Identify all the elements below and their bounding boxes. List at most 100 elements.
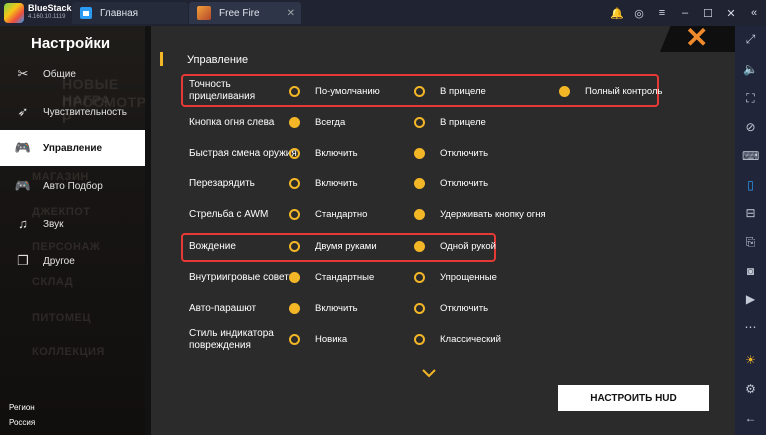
sidebar-item-label: Управление [43,142,103,154]
sidebar-item-label: Звук [43,218,64,230]
screenshot-icon[interactable]: ◙ [742,263,759,280]
option-aim-scope[interactable]: В прицеле [414,86,486,97]
bluestacks-logo-icon [4,3,24,23]
radio-icon [289,334,300,345]
game-viewport: НОВЫЕ НАГРА ПРОСМОТР Р МАГАЗИН ДЖЕКПОТ П… [0,26,735,435]
sidebar-item-sensitivity[interactable]: ➶ Чувствительность [0,94,145,130]
fullscreen-icon[interactable]: ⤢ [742,31,759,48]
title-bar: BlueStacks 4.160.10.1119 Главная Free Fi… [0,0,766,26]
pages-icon: ❐ [17,253,29,268]
radio-icon [289,241,300,252]
menu-icon[interactable]: ≡ [656,7,668,19]
tools-icon: ✂ [17,66,29,81]
record-video-icon[interactable]: ▶ [742,291,759,308]
minimize-icon[interactable]: – [679,7,691,19]
install-apk-icon[interactable]: ⎘ [742,234,759,251]
radio-selected-icon [414,241,425,252]
option-tips-standard[interactable]: Стандартные [289,272,374,283]
option-reload-on[interactable]: Включить [289,178,358,189]
radio-icon [414,272,425,283]
back-arrow-icon[interactable]: ← [742,410,759,427]
sidebar-item-general[interactable]: ✂ Общие [0,56,145,92]
option-awm-standard[interactable]: Стандартно [289,209,367,220]
setting-label-driving: Вождение [189,241,236,252]
bluestacks-window: BlueStacks 4.160.10.1119 Главная Free Fi… [0,0,766,435]
notification-bell-icon[interactable]: 🔔 [610,7,624,20]
option-reload-off[interactable]: Отключить [414,178,488,189]
settings-content: ✕ Управление Точность прицеливания По-ум… [151,26,735,435]
setting-label-auto-parachute: Авто-парашют [189,303,257,314]
radio-icon [289,86,300,97]
light-bulb-icon[interactable]: ☀ [742,352,759,369]
settings-title: Настройки [31,35,111,52]
option-parachute-off[interactable]: Отключить [414,303,488,314]
collapse-sidebar-icon[interactable]: « [748,7,760,19]
volume-icon[interactable]: 🔈 [742,61,759,78]
maximize-icon[interactable]: ☐ [702,7,714,20]
bluestacks-toolbar: ⤢ 🔈 ⛶ ⊘ ⌨ ▯ ⊟ ⎘ ◙ ▶ ⋯ ☀ ⚙ ← [735,26,766,435]
option-indicator-classic[interactable]: Классический [414,334,501,345]
app-version: 4.160.10.1119 [28,14,66,20]
option-fire-always[interactable]: Всегда [289,117,345,128]
option-tips-simplified[interactable]: Упрощенные [414,272,497,283]
option-aim-full-control[interactable]: Полный контроль [559,86,662,97]
section-title: Управление [187,54,249,66]
setting-label-fire-button-left: Кнопка огня слева [189,117,275,128]
gamepad-icon: 🎮 [14,178,32,193]
keyboard-icon[interactable]: ⌨ [742,148,759,165]
region-label: Регион [9,403,35,412]
phone-icon[interactable]: ▯ [742,177,759,194]
option-parachute-on[interactable]: Включить [289,303,358,314]
close-settings-icon[interactable]: ✕ [685,26,708,52]
sidebar-item-label: Чувствительность [43,106,127,118]
account-icon[interactable]: ◎ [633,7,645,20]
option-aim-default[interactable]: По-умолчанию [289,86,380,97]
close-tab-icon[interactable]: ✕ [287,8,295,19]
option-indicator-new[interactable]: Новика [289,334,347,345]
sidebar-item-label: Авто Подбор [43,180,103,192]
setting-label-aim-precision: Точность прицеливания [189,79,256,102]
radio-selected-icon [289,303,300,314]
sidebar-item-controls[interactable]: 🎮 Управление [0,130,145,166]
option-driving-one-hand[interactable]: Одной рукой [414,241,496,252]
radio-selected-icon [289,272,300,283]
free-fire-app-icon [197,6,211,20]
tab-free-fire-label: Free Fire [219,7,260,19]
home-icon [80,7,92,19]
setting-label-quick-weapon-switch: Быстрая смена оружия [189,148,297,159]
radio-selected-icon [559,86,570,97]
sidebar-item-sound[interactable]: ♫ Звук [0,206,145,242]
radio-icon [289,178,300,189]
radio-icon [414,86,425,97]
region-value: Россия [9,418,36,427]
tab-home-label: Главная [100,7,139,19]
radio-selected-icon [414,209,425,220]
radio-icon [414,117,425,128]
window-controls: 🔔 ◎ ≡ – ☐ ✕ « [610,0,760,26]
sidebar-item-other[interactable]: ❐ Другое [0,243,145,279]
option-awm-hold-fire[interactable]: Удерживать кнопку огня [414,209,546,220]
macro-icon[interactable]: ⊟ [742,205,759,222]
eye-slash-icon[interactable]: ⊘ [742,119,759,136]
gamepad-icon: 🎮 [14,140,32,155]
expand-icon[interactable]: ⛶ [742,90,759,107]
option-fire-scope[interactable]: В прицеле [414,117,486,128]
pointer-icon: ➶ [17,104,29,119]
tab-free-fire[interactable]: Free Fire ✕ [189,2,301,24]
settings-gear-icon[interactable]: ⚙ [742,381,759,398]
radio-icon [414,303,425,314]
more-icon[interactable]: ⋯ [742,319,759,336]
configure-hud-button[interactable]: НАСТРОИТЬ HUD [558,385,709,411]
option-driving-two-hands[interactable]: Двумя руками [289,241,377,252]
setting-label-damage-indicator: Стиль индикатора повреждения [189,328,274,351]
chevron-down-icon[interactable] [422,366,436,380]
tab-home[interactable]: Главная [72,2,188,24]
option-quick-switch-on[interactable]: Включить [289,148,358,159]
sidebar-item-auto-pickup[interactable]: 🎮 Авто Подбор [0,168,145,204]
music-note-icon: ♫ [18,216,28,231]
option-quick-switch-off[interactable]: Отключить [414,148,488,159]
setting-label-ingame-tips: Внутриигровые советы [189,272,296,283]
radio-icon [289,209,300,220]
setting-label-awm-fire: Стрельба с AWM [189,209,269,220]
close-window-icon[interactable]: ✕ [725,7,737,20]
